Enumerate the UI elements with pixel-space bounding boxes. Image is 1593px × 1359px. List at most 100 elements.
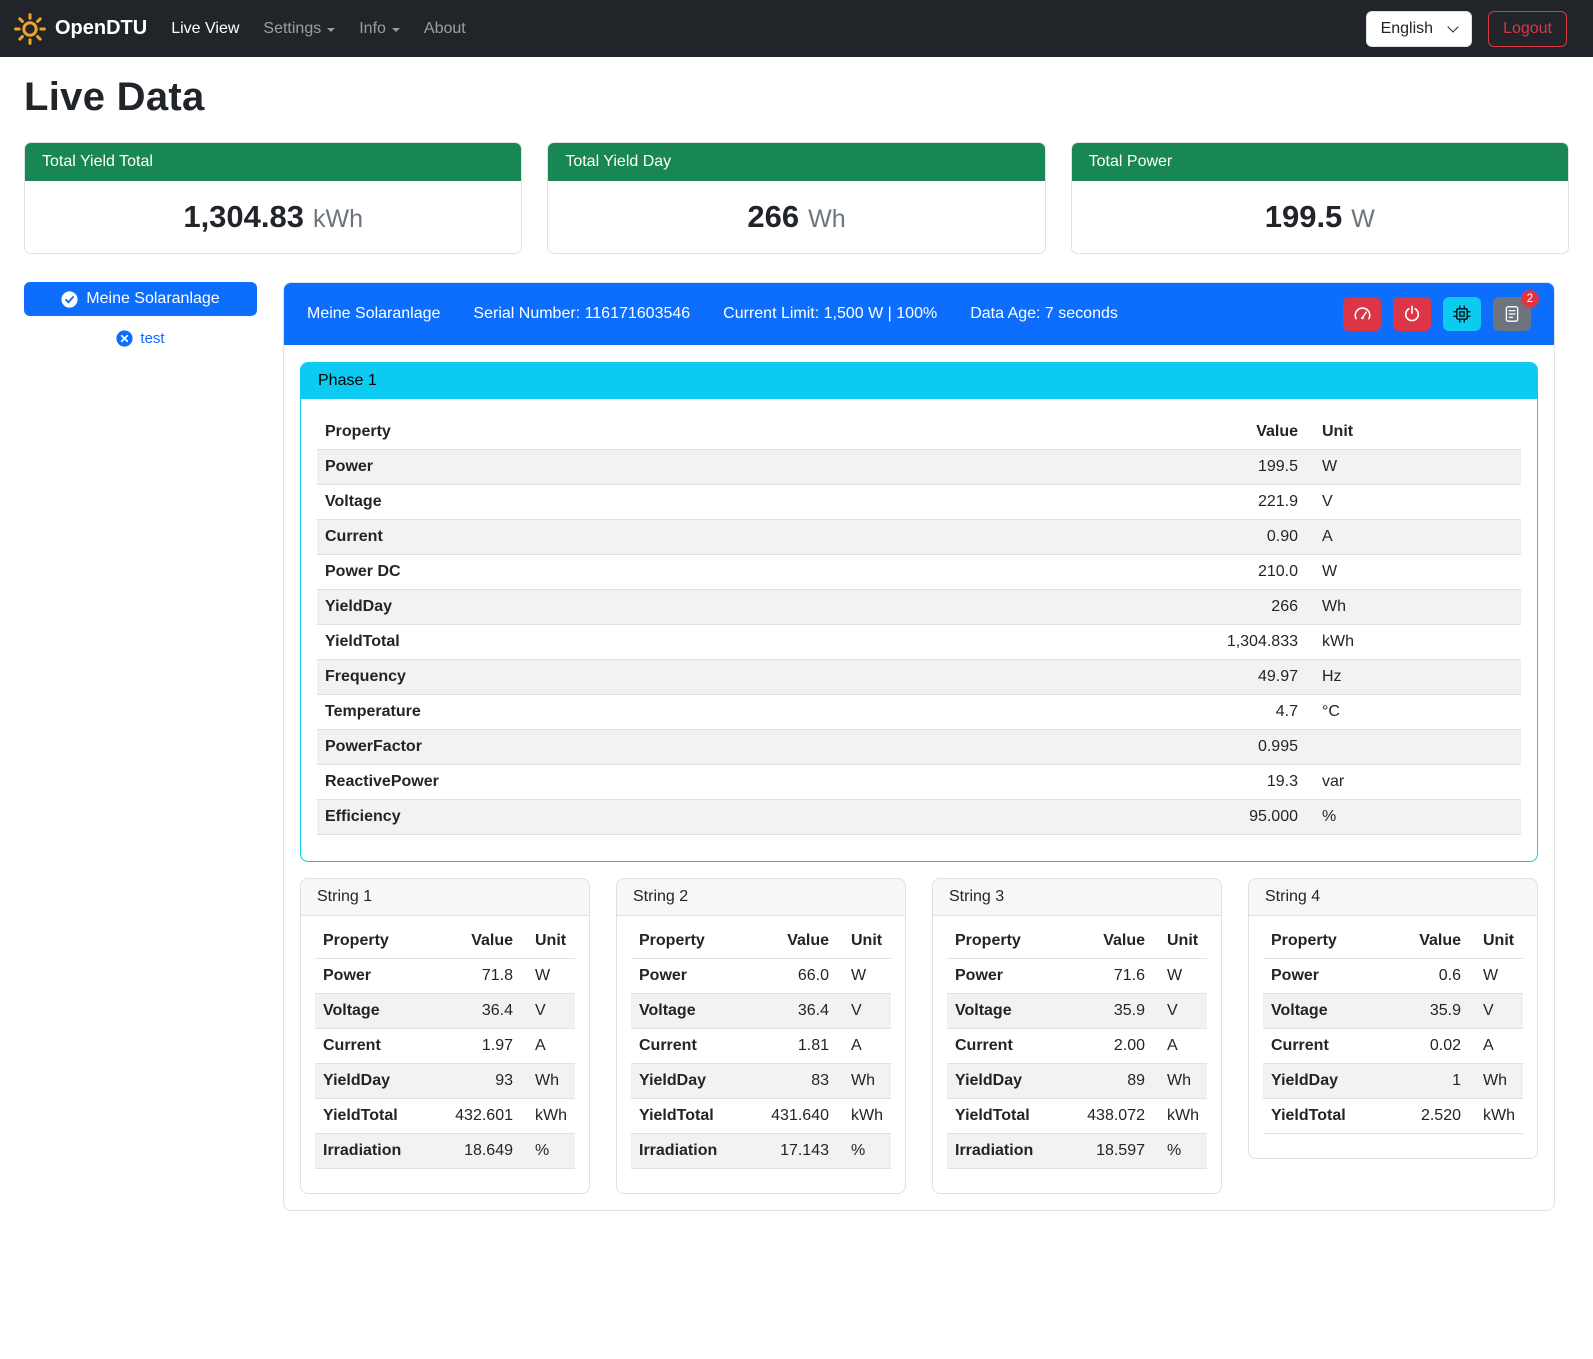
value-cell: 0.90 — [909, 520, 1306, 555]
string-card-4: String 4 Property Value Unit — [1248, 878, 1538, 1159]
column-header-value: Value — [1357, 924, 1469, 959]
column-header-unit: Unit — [1153, 924, 1207, 959]
table-row: Voltage35.9V — [947, 994, 1207, 1029]
summary-card-body: 266Wh — [548, 181, 1044, 253]
unit-cell: V — [521, 994, 575, 1029]
brand[interactable]: OpenDTU — [14, 13, 159, 45]
property-cell: Irradiation — [631, 1134, 725, 1169]
string-table: Property Value Unit Power66.0WVoltage36.… — [631, 924, 891, 1169]
nav-item-live-view[interactable]: Live View — [159, 12, 251, 46]
property-cell: Voltage — [947, 994, 1041, 1029]
property-cell: YieldTotal — [1263, 1099, 1357, 1134]
chevron-down-icon — [327, 28, 335, 32]
string-body: Property Value Unit Power66.0WVoltage36.… — [617, 916, 905, 1193]
value-cell: 0.6 — [1357, 959, 1469, 994]
unit-cell: Wh — [521, 1064, 575, 1099]
value-cell: 95.000 — [909, 800, 1306, 835]
value-cell: 35.9 — [1041, 994, 1153, 1029]
property-cell: Voltage — [317, 485, 909, 520]
value-cell: 19.3 — [909, 765, 1306, 800]
speedometer-icon — [1353, 305, 1372, 324]
cpu-icon — [1453, 305, 1471, 323]
unit-cell: A — [1469, 1029, 1523, 1064]
unit-cell: kWh — [521, 1099, 575, 1134]
current-limit: Current Limit: 1,500 W | 100% — [723, 305, 937, 323]
table-row: Current1.97A — [315, 1029, 575, 1064]
value-cell: 2.520 — [1357, 1099, 1469, 1134]
page-title: Live Data — [24, 75, 1569, 120]
property-cell: Power — [1263, 959, 1357, 994]
unit-cell: kWh — [1469, 1099, 1523, 1134]
table-row: YieldDay93Wh — [315, 1064, 575, 1099]
string-table: Property Value Unit Power0.6WVoltage35.9… — [1263, 924, 1523, 1134]
content-row: Meine Solaranlage test Meine Solaranlage… — [24, 282, 1569, 1239]
inverter-select-button[interactable]: Meine Solaranlage — [24, 282, 257, 316]
nav-item-info[interactable]: Info — [347, 12, 412, 46]
nav-item-settings[interactable]: Settings — [251, 12, 347, 46]
limit-settings-button[interactable] — [1343, 297, 1381, 331]
property-cell: YieldDay — [315, 1064, 409, 1099]
table-row: YieldTotal1,304.833kWh — [317, 625, 1521, 660]
property-cell: Current — [317, 520, 909, 555]
power-settings-button[interactable] — [1393, 297, 1431, 331]
language-select[interactable]: English — [1366, 11, 1472, 47]
unit-cell: W — [837, 959, 891, 994]
column-header-value: Value — [1041, 924, 1153, 959]
power-icon — [1403, 305, 1421, 323]
column-header-property: Property — [317, 415, 909, 450]
check-circle-icon — [61, 291, 78, 308]
unit-cell: A — [1306, 520, 1521, 555]
property-cell: YieldDay — [631, 1064, 725, 1099]
unit-cell: kWh — [1306, 625, 1521, 660]
unit-cell: Wh — [1469, 1064, 1523, 1099]
value-cell: 0.995 — [909, 730, 1306, 765]
table-row: YieldTotal432.601kWh — [315, 1099, 575, 1134]
serial-number: Serial Number: 116171603546 — [473, 305, 690, 323]
table-header-row: Property Value Unit — [317, 415, 1521, 450]
inverter-item-test[interactable]: test — [24, 330, 257, 347]
nav-item-about[interactable]: About — [412, 12, 478, 46]
value-cell: 89 — [1041, 1064, 1153, 1099]
sun-icon — [14, 13, 46, 45]
summary-card-body: 1,304.83kWh — [25, 181, 521, 253]
table-header-row: Property Value Unit — [315, 924, 575, 959]
value-cell: 199.5 — [909, 450, 1306, 485]
column-header-property: Property — [947, 924, 1041, 959]
table-row: Power66.0W — [631, 959, 891, 994]
device-info-button[interactable] — [1443, 297, 1481, 331]
summary-card-total-yield-total: Total Yield Total 1,304.83kWh — [24, 142, 522, 254]
summary-card-value: 266 — [747, 199, 799, 234]
unit-cell: V — [1306, 485, 1521, 520]
unit-cell: W — [1306, 450, 1521, 485]
table-row: Current1.81A — [631, 1029, 891, 1064]
value-cell: 1 — [1357, 1064, 1469, 1099]
property-cell: Voltage — [631, 994, 725, 1029]
column-header-unit: Unit — [1469, 924, 1523, 959]
column-header-property: Property — [315, 924, 409, 959]
table-row: Voltage35.9V — [1263, 994, 1523, 1029]
property-cell: YieldTotal — [947, 1099, 1041, 1134]
logout-button[interactable]: Logout — [1488, 11, 1567, 47]
unit-cell: W — [1306, 555, 1521, 590]
value-cell: 266 — [909, 590, 1306, 625]
language-select-value: English — [1381, 20, 1433, 38]
value-cell: 210.0 — [909, 555, 1306, 590]
event-log-button[interactable]: 2 — [1493, 297, 1531, 331]
nav-item-label: Settings — [263, 20, 321, 38]
inverter-name: Meine Solaranlage — [307, 305, 440, 323]
string-table-body: Power0.6WVoltage35.9VCurrent0.02AYieldDa… — [1263, 959, 1523, 1134]
value-cell: 1.81 — [725, 1029, 837, 1064]
table-row: YieldDay83Wh — [631, 1064, 891, 1099]
property-cell: Efficiency — [317, 800, 909, 835]
summary-card-title: Total Yield Day — [548, 143, 1044, 181]
string-title: String 2 — [617, 879, 905, 916]
table-row: Temperature4.7°C — [317, 695, 1521, 730]
value-cell: 35.9 — [1357, 994, 1469, 1029]
property-cell: YieldDay — [1263, 1064, 1357, 1099]
chevron-down-icon — [392, 28, 400, 32]
table-row: Voltage36.4V — [315, 994, 575, 1029]
string-body: Property Value Unit Power71.6WVoltage35.… — [933, 916, 1221, 1193]
phase-body: Property Value Unit Power199.5WVoltage22… — [301, 399, 1537, 861]
table-row: Power DC210.0W — [317, 555, 1521, 590]
value-cell: 83 — [725, 1064, 837, 1099]
